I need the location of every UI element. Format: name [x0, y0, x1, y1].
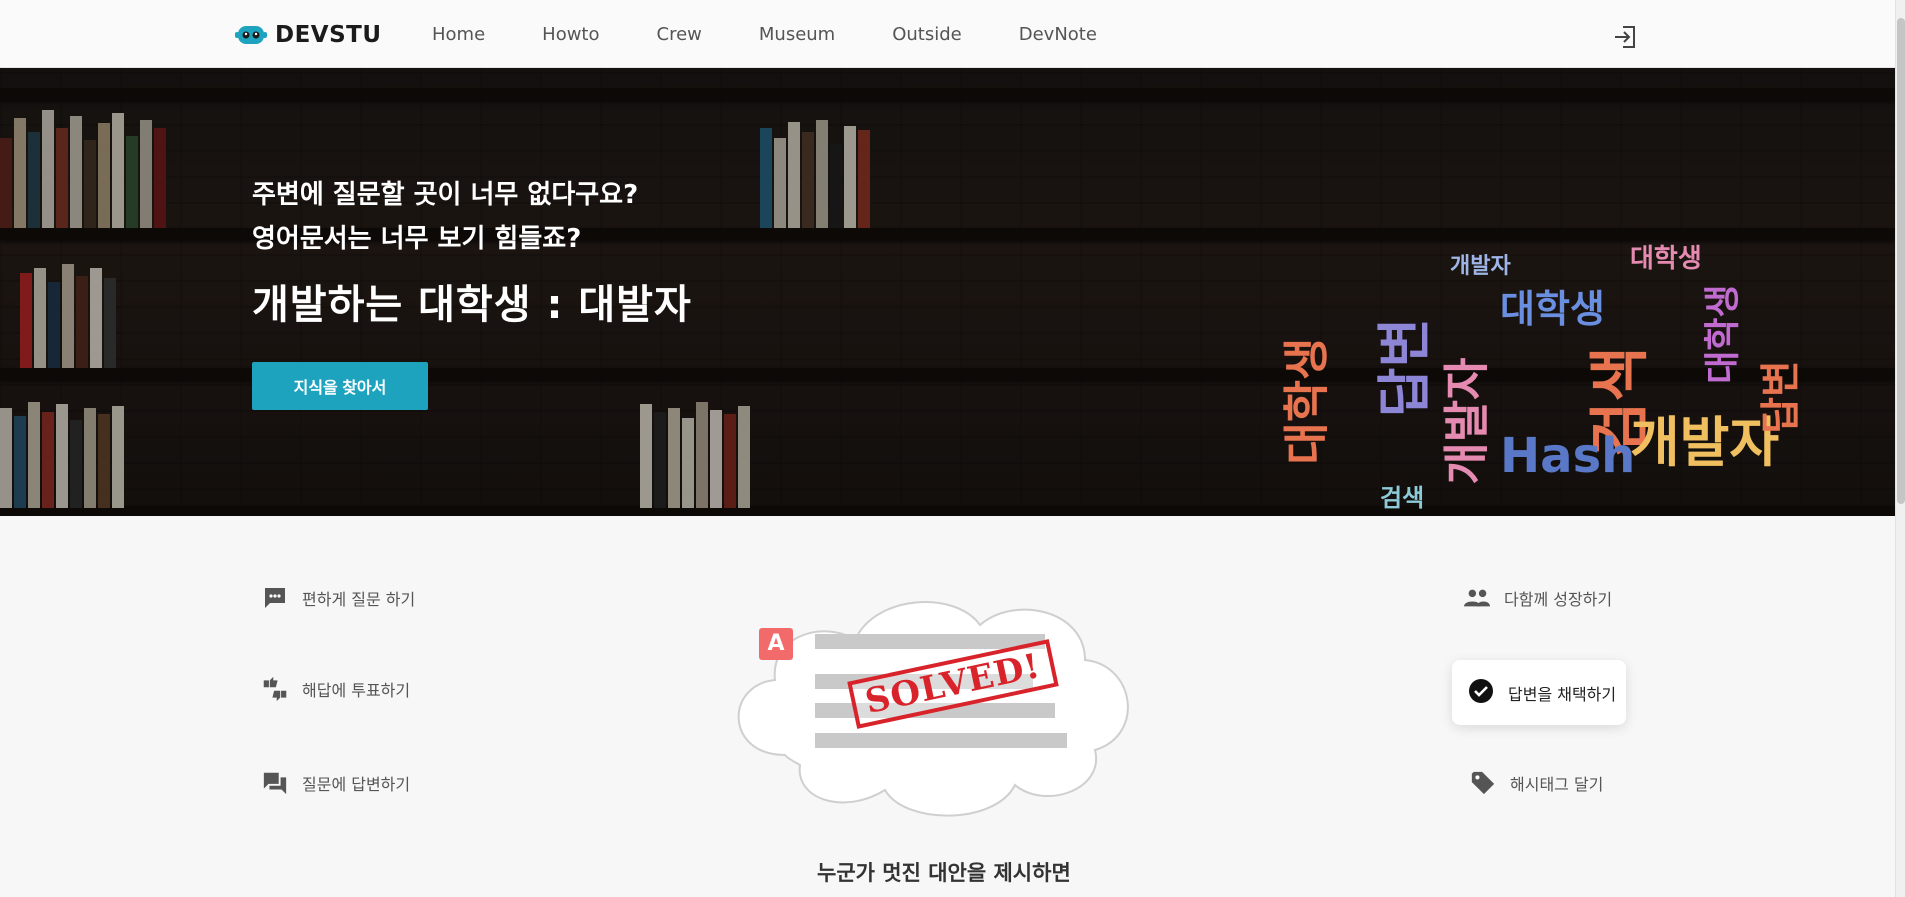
section-caption: 누군가 멋진 대안을 제시하면	[817, 861, 1071, 885]
scrollbar-thumb[interactable]	[1897, 18, 1905, 504]
check-circle-icon	[1468, 678, 1494, 708]
chat-dots-icon	[262, 585, 288, 611]
nav-howto[interactable]: Howto	[542, 24, 599, 45]
main-nav: Home Howto Crew Museum Outside DevNote	[432, 24, 1154, 45]
nav-home[interactable]: Home	[432, 24, 485, 45]
feature-label: 답변을 채택하기	[1508, 684, 1617, 704]
feature-vote: 해답에 투표하기	[262, 676, 410, 702]
feature-label: 질문에 답변하기	[302, 775, 411, 794]
forum-icon	[262, 770, 288, 796]
hero-subtitle-2: 영어문서는 너무 보기 힘들죠?	[252, 224, 582, 254]
brand-logo[interactable]: DEVSTU	[235, 22, 382, 48]
text-placeholder-bar	[815, 733, 1067, 748]
word-cloud: 대학생 답변 개발자 대학생 검색 개발자 Hash 대학생 답변 개발자 대학…	[1279, 244, 1804, 512]
feature-accept-card[interactable]: 답변을 채택하기	[1452, 660, 1626, 725]
hero-banner: 주변에 질문할 곳이 너무 없다구요? 영어문서는 너무 보기 힘들죠? 개발하…	[0, 68, 1895, 516]
hero-subtitle-1: 주변에 질문할 곳이 너무 없다구요?	[252, 180, 639, 210]
top-navbar: DEVSTU Home Howto Crew Museum Outside De…	[0, 0, 1895, 68]
feature-grow: 다함께 성장하기	[1464, 585, 1612, 611]
answer-badge: A	[759, 628, 793, 660]
tag-icon	[1470, 770, 1496, 796]
feature-answer: 질문에 답변하기	[262, 770, 410, 796]
people-icon	[1464, 585, 1490, 611]
feature-label: 다함께 성장하기	[1504, 590, 1613, 609]
nav-crew[interactable]: Crew	[657, 24, 702, 45]
brand-name: DEVSTU	[275, 22, 382, 48]
nav-devnote[interactable]: DevNote	[1019, 24, 1097, 45]
thumbs-vote-icon	[262, 676, 288, 702]
nav-outside[interactable]: Outside	[892, 24, 962, 45]
feature-label: 해답에 투표하기	[302, 681, 411, 700]
robot-logo-icon	[235, 22, 267, 48]
nav-museum[interactable]: Museum	[759, 24, 835, 45]
login-icon[interactable]	[1612, 24, 1638, 50]
hero-title: 개발하는 대학생 : 대발자	[252, 282, 692, 328]
feature-hashtag: 해시태그 달기	[1470, 770, 1603, 796]
feature-ask: 편하게 질문 하기	[262, 585, 415, 611]
feature-label: 편하게 질문 하기	[302, 590, 416, 609]
feature-label: 해시태그 달기	[1510, 775, 1604, 794]
find-knowledge-button[interactable]: 지식을 찾아서	[252, 362, 428, 410]
